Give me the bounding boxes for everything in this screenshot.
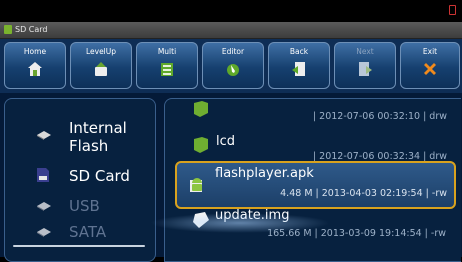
home-button[interactable]: Home	[4, 42, 66, 89]
toolbar: Home LevelUp Multi Editor Back Next Exit	[0, 39, 462, 93]
sd-card-icon	[37, 168, 49, 182]
back-icon	[292, 62, 305, 76]
file-row-selected[interactable]: flashplayer.apk 4.48 M | 2013-04-03 02:1…	[175, 161, 456, 209]
android-apk-icon	[190, 178, 202, 192]
main-area: Internal Flash SD Card USB SATA | 2012-0…	[0, 93, 462, 262]
next-icon	[359, 62, 372, 76]
multi-button[interactable]: Multi	[136, 42, 198, 89]
row-glow	[150, 213, 330, 233]
status-bar	[0, 0, 462, 22]
app-icon	[4, 25, 12, 34]
multi-select-icon	[161, 63, 173, 76]
back-button[interactable]: Back	[268, 42, 330, 89]
next-button[interactable]: Next	[334, 42, 396, 89]
usb-icon	[37, 202, 51, 211]
storage-panel: Internal Flash SD Card USB SATA	[4, 98, 156, 262]
level-up-icon	[95, 62, 107, 76]
file-name: flashplayer.apk	[215, 166, 314, 181]
file-row[interactable]: | 2012-07-06 00:32:10 | drw	[165, 99, 461, 131]
exit-icon	[424, 63, 436, 75]
folder-icon	[194, 101, 208, 117]
file-meta: 4.48 M | 2013-04-03 02:19:54 | -rw	[280, 188, 447, 199]
home-icon	[28, 62, 42, 76]
exit-button[interactable]: Exit	[400, 42, 460, 89]
editor-icon	[227, 64, 239, 76]
battery-icon	[449, 5, 456, 15]
scroll-indicator	[13, 245, 145, 247]
folder-icon	[194, 137, 208, 153]
window-title: SD Card	[15, 25, 48, 34]
editor-button[interactable]: Editor	[202, 42, 264, 89]
sata-icon	[37, 228, 51, 237]
level-up-button[interactable]: LevelUp	[70, 42, 132, 89]
hdd-icon	[37, 131, 51, 140]
title-bar: SD Card	[0, 22, 462, 39]
